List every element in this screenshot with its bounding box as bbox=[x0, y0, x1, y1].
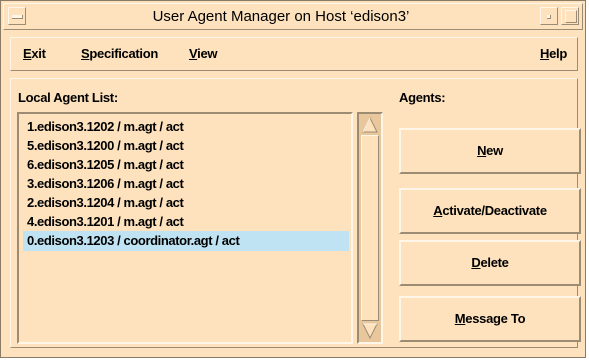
activate-deactivate-mnemonic: A bbox=[433, 203, 443, 218]
scroll-up-arrow-icon[interactable] bbox=[361, 116, 379, 134]
message-to-label: essage To bbox=[465, 311, 526, 326]
menu-help[interactable]: Help bbox=[540, 46, 567, 61]
title-bar[interactable]: User Agent Manager on Host ‘edison3’ bbox=[3, 3, 583, 30]
new-button-mnemonic: N bbox=[477, 143, 487, 158]
local-agent-list-label: Local Agent List: bbox=[18, 90, 118, 105]
new-button-label: ew bbox=[486, 143, 503, 158]
maximize-button[interactable] bbox=[561, 7, 579, 25]
menu-exit-label: xit bbox=[31, 46, 46, 61]
delete-button[interactable]: Delete bbox=[399, 240, 581, 286]
delete-button-label: elete bbox=[480, 255, 509, 270]
menu-view-mnemonic: V bbox=[189, 46, 198, 61]
list-item[interactable]: 2.edison3.1204 / m.agt / act bbox=[23, 193, 349, 213]
message-to-button[interactable]: Message To bbox=[399, 296, 581, 342]
list-item[interactable]: 5.edison3.1200 / m.agt / act bbox=[23, 136, 349, 156]
list-scrollbar[interactable] bbox=[357, 112, 383, 344]
menu-help-mnemonic: H bbox=[540, 46, 550, 61]
activate-deactivate-button[interactable]: Activate/Deactivate bbox=[399, 188, 581, 234]
new-button[interactable]: New bbox=[399, 128, 581, 174]
scroll-down-arrow-icon[interactable] bbox=[361, 322, 379, 340]
menu-bar: Exit Specification View Help bbox=[10, 37, 578, 71]
window-menu-button[interactable] bbox=[8, 7, 26, 25]
local-agent-list[interactable]: 1.edison3.1202 / m.agt / act 5.edison3.1… bbox=[17, 112, 353, 344]
menu-specification[interactable]: Specification bbox=[81, 46, 158, 61]
agent-manager-window: User Agent Manager on Host ‘edison3’ Exi… bbox=[0, 0, 586, 358]
scroll-thumb[interactable] bbox=[361, 135, 379, 321]
menu-exit[interactable]: Exit bbox=[23, 46, 46, 61]
window-title: User Agent Manager on Host ‘edison3’ bbox=[152, 8, 410, 25]
menu-view-label: iew bbox=[197, 46, 218, 61]
maximize-icon bbox=[565, 10, 577, 23]
list-item[interactable]: 6.edison3.1205 / m.agt / act bbox=[23, 155, 349, 175]
menu-specification-label: pecification bbox=[89, 46, 159, 61]
minimize-icon bbox=[547, 15, 551, 19]
message-to-mnemonic: M bbox=[454, 311, 466, 326]
menu-view[interactable]: View bbox=[189, 46, 218, 61]
agents-label: Agents: bbox=[399, 90, 446, 105]
list-item[interactable]: 1.edison3.1202 / m.agt / act bbox=[23, 117, 349, 137]
list-item[interactable]: 4.edison3.1201 / m.agt / act bbox=[23, 212, 349, 232]
list-item[interactable]: 3.edison3.1206 / m.agt / act bbox=[23, 174, 349, 194]
list-item-selected[interactable]: 0.edison3.1203 / coordinator.agt / act bbox=[23, 231, 349, 251]
activate-deactivate-label: ctivate/Deactivate bbox=[442, 203, 547, 218]
window-menu-icon bbox=[12, 15, 23, 19]
minimize-button[interactable] bbox=[540, 7, 558, 25]
menu-help-label: elp bbox=[549, 46, 567, 61]
